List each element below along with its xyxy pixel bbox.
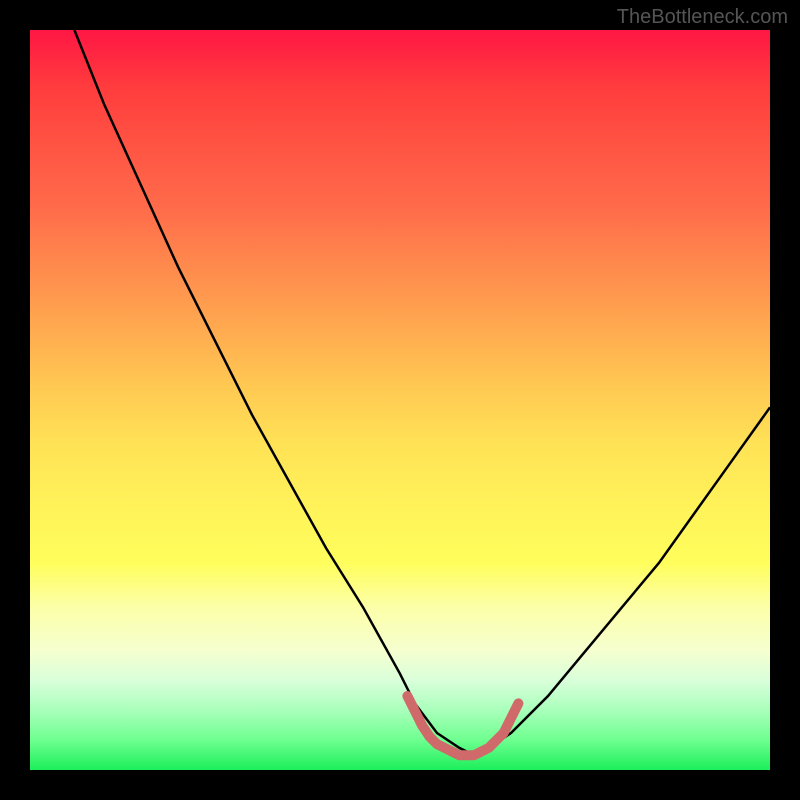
watermark-text: TheBottleneck.com [617, 6, 788, 29]
plot-area [30, 30, 770, 770]
minimum-region [407, 696, 518, 755]
chart-container: TheBottleneck.com [0, 0, 800, 800]
bottleneck-curve [74, 30, 770, 755]
chart-svg [30, 30, 770, 770]
